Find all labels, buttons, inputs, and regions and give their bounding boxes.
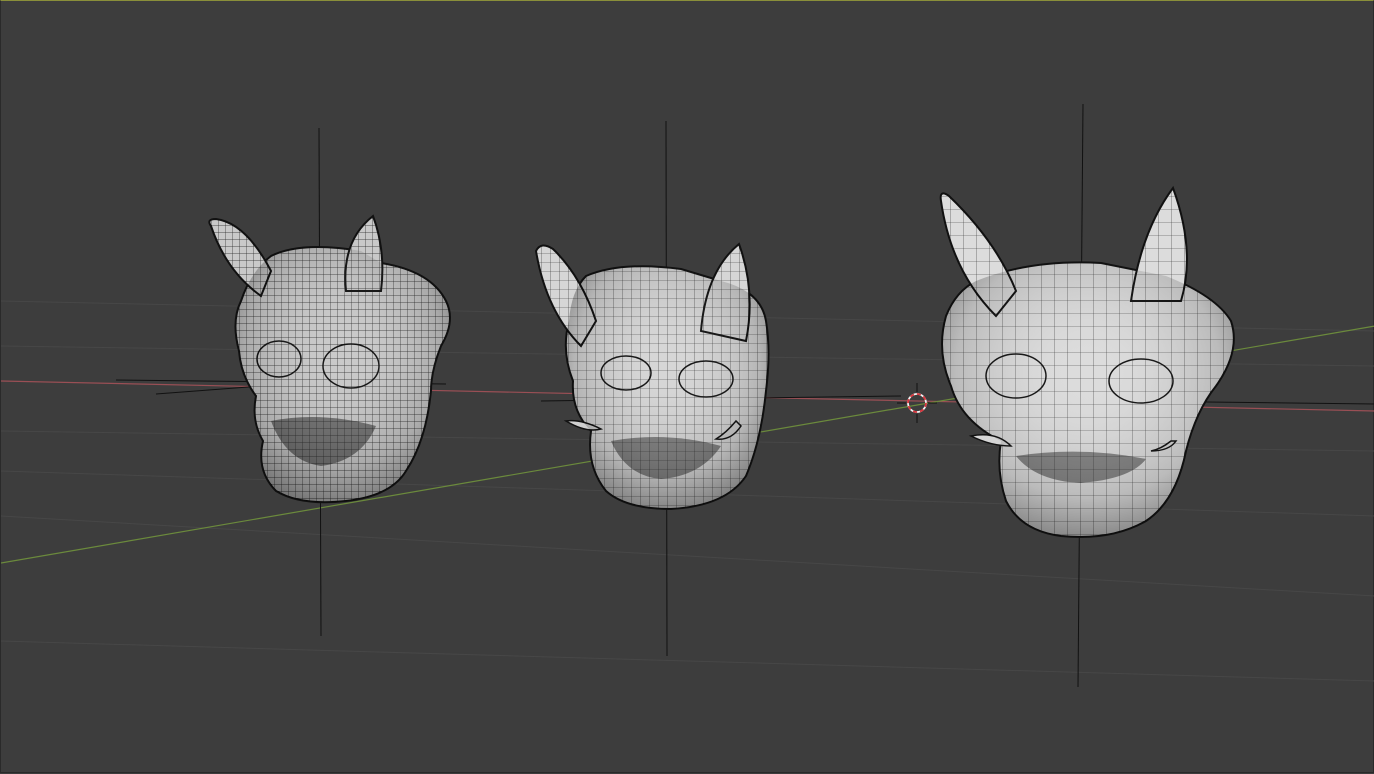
oni-mask-left[interactable] (208, 214, 451, 504)
3d-cursor-icon[interactable] (897, 383, 937, 423)
3d-viewport[interactable] (0, 0, 1374, 773)
viewport-scene[interactable] (1, 1, 1374, 774)
oni-mask-middle[interactable] (534, 242, 770, 511)
oni-mask-right[interactable] (939, 185, 1235, 538)
